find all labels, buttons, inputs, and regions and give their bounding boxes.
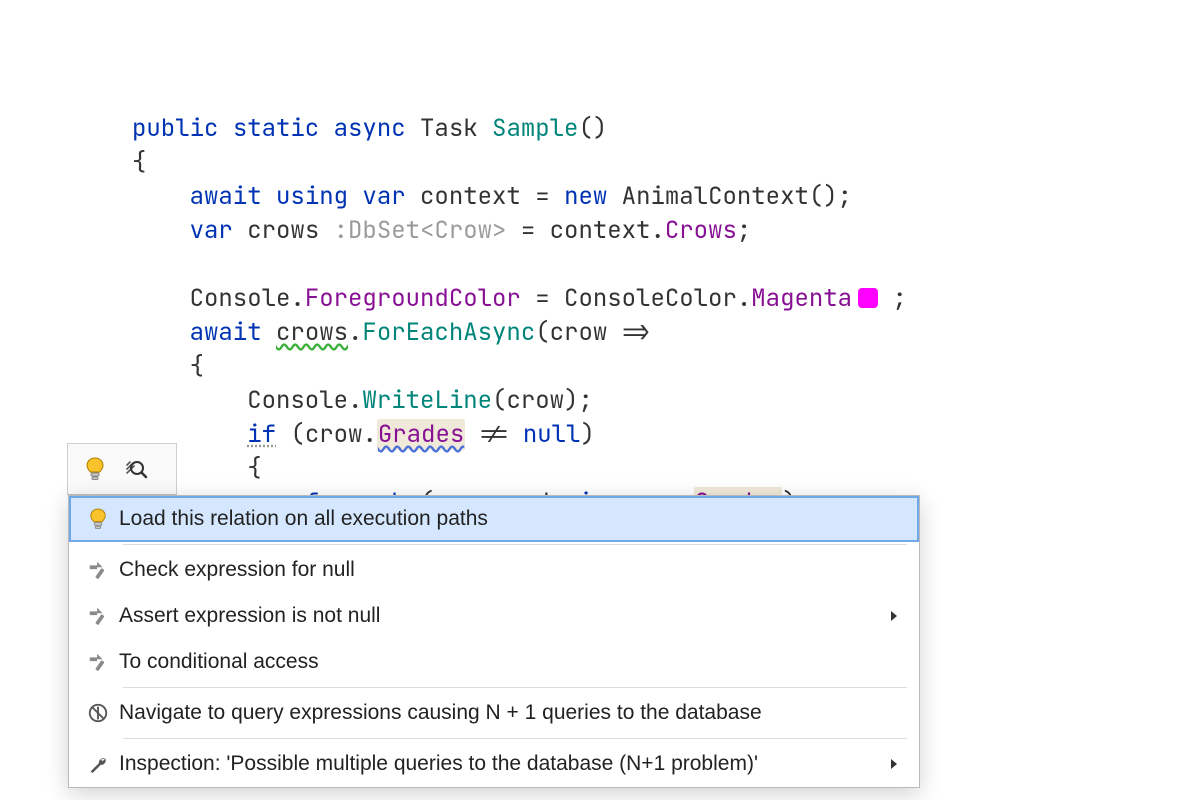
quickfix-label: Navigate to query expressions causing N … [119,701,903,725]
keyword-await: await [190,317,262,348]
quickfix-label: Load this relation on all execution path… [119,507,903,531]
parens: () [578,113,607,144]
type-hint: :DbSet<Crow> [334,215,507,246]
hammer-icon [77,605,119,627]
keyword-if: if [247,419,276,450]
separator [123,544,907,545]
code-block: public static async Task Sample() { awai… [132,78,907,554]
keyword-var: var [190,215,233,246]
paren-close: ) [580,419,594,450]
op-neq: != [480,419,509,450]
code-editor[interactable]: public static async Task Sample() { awai… [0,0,1200,800]
keyword-await: await [190,181,262,212]
hammer-icon [77,651,119,673]
paren-open: ( [535,317,549,348]
separator [123,687,907,688]
chevron-right-icon [889,610,903,622]
quickfix-label: Inspection: 'Possible multiple queries t… [119,752,889,776]
type-animalcontext: AnimalContext [622,181,809,212]
wrench-icon [77,753,119,775]
quickfix-item-conditional-access[interactable]: To conditional access [69,639,919,685]
chevron-right-icon [889,758,903,770]
ident-crow: crow [305,419,363,450]
navigate-icon [77,702,119,724]
eq: = [535,181,549,212]
lightbulb-icon[interactable] [84,456,106,482]
keyword-async: async [334,113,406,144]
method-foreachasync: ForEachAsync [362,317,535,348]
member-foreground: ForegroundColor [305,283,521,314]
keyword-static: static [233,113,319,144]
quickfix-item-inspection-options[interactable]: Inspection: 'Possible multiple queries t… [69,741,919,787]
quickfix-item-load-relation[interactable]: Load this relation on all execution path… [69,496,919,542]
method-writeline: WriteLine [362,385,492,416]
semi: ; [737,215,751,246]
color-swatch-icon [858,288,878,308]
brace-open: { [247,453,261,484]
member-magenta: Magenta [751,283,852,314]
quickfix-item-check-null[interactable]: Check expression for null [69,547,919,593]
quickfix-label: Assert expression is not null [119,604,889,628]
eq: = [521,215,535,246]
keyword-using: using [276,181,348,212]
paren-open: ( [290,419,304,450]
ident-context: context [420,181,521,212]
quickfix-popup[interactable]: Load this relation on all execution path… [68,495,920,788]
type-console: Console [190,283,291,314]
quickfix-item-assert-notnull[interactable]: Assert expression is not null [69,593,919,639]
ident-crows: crows [276,317,348,348]
paren-open: ( [492,385,506,416]
eq: = [535,283,549,314]
lightbulb-icon [77,508,119,530]
lambda-param: crow [550,317,608,348]
quickfix-item-navigate-nplus1[interactable]: Navigate to query expressions causing N … [69,690,919,736]
keyword-null: null [523,419,581,450]
separator [123,738,907,739]
semi: ; [892,283,906,314]
ident-crows: crows [247,215,319,246]
arg-crow: crow [506,385,564,416]
member-crows: Crows [665,215,737,246]
hammer-icon [77,559,119,581]
keyword-var: var [362,181,405,212]
type-task: Task [420,113,478,144]
parens-semi: (); [809,181,852,212]
brace-open: { [132,147,146,178]
brace-open: { [190,351,204,382]
quickfix-gutter[interactable] [67,443,177,495]
type-console: Console [247,385,348,416]
paren-close-semi: ); [564,385,593,416]
keyword-new: new [564,181,607,212]
keyword-public: public [132,113,218,144]
magnifier-icon[interactable] [124,457,148,481]
type-consolecolor: ConsoleColor [564,283,737,314]
method-name: Sample [492,113,578,144]
member-grades: Grades [377,419,465,450]
quickfix-label: Check expression for null [119,558,903,582]
quickfix-label: To conditional access [119,650,903,674]
arrow: => [622,317,651,348]
ident-context: context [550,215,651,246]
